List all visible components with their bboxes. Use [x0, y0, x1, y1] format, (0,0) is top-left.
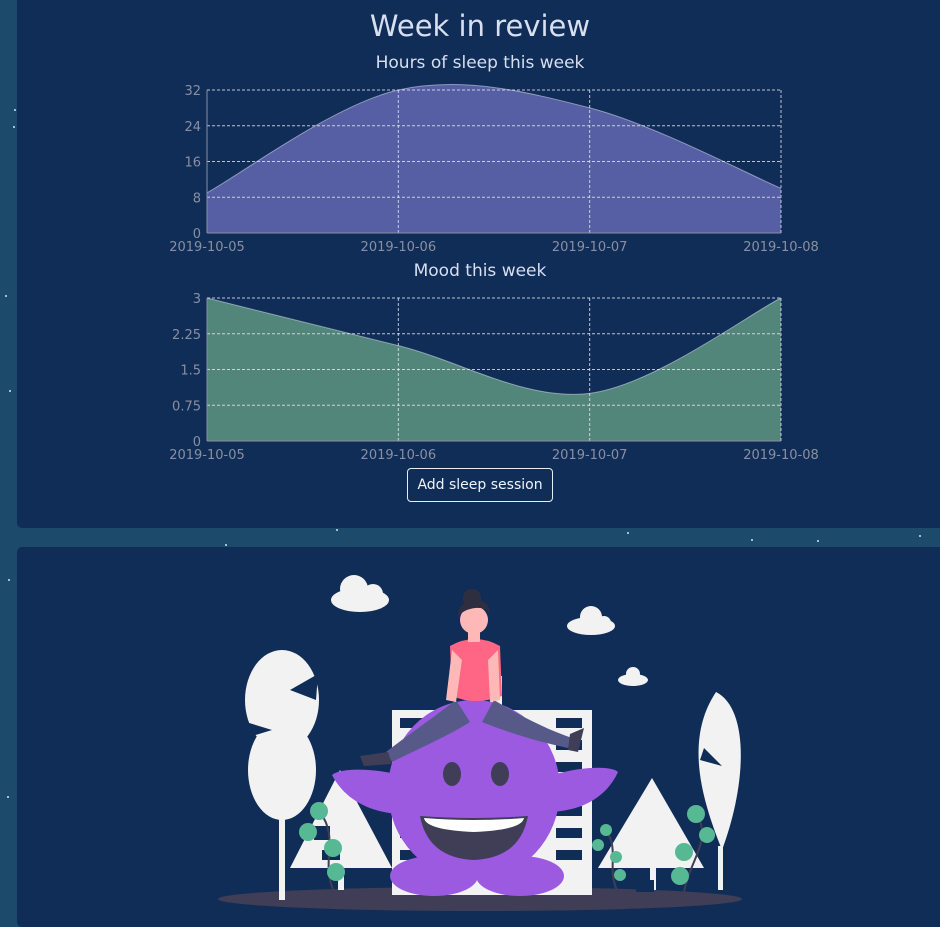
person-on-monster-illustration [218, 575, 742, 911]
plant-icon [671, 805, 715, 893]
tree-icon [698, 692, 741, 890]
cloud-icon [618, 667, 648, 686]
cloud-icon [567, 606, 615, 635]
cloud-icon [331, 575, 389, 612]
